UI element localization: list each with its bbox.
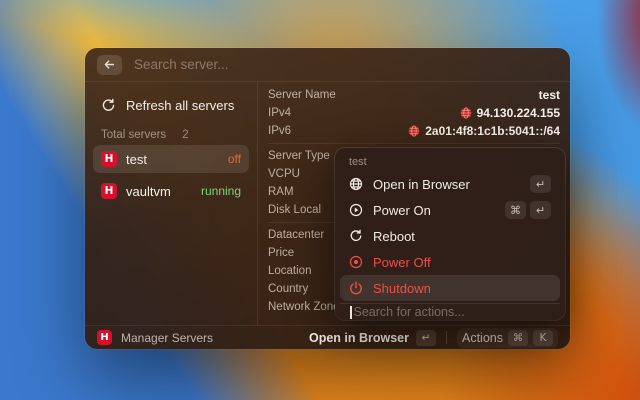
- ipv6-value: 2a01:4f8:1c1b:5041::/64: [425, 124, 560, 138]
- record-circle-icon: [349, 255, 363, 269]
- actions-popover: test Open in Browser ↵ Power On ⌘ ↵ Rebo…: [335, 148, 565, 320]
- hetzner-logo: H: [101, 151, 117, 167]
- total-servers-count: 2: [182, 129, 189, 141]
- server-status-badge: running: [200, 184, 241, 198]
- search-input[interactable]: Search server...: [134, 57, 558, 72]
- back-button[interactable]: [97, 54, 122, 75]
- actions-menu-button[interactable]: Actions ⌘ K: [457, 327, 558, 348]
- server-name: test: [126, 151, 147, 167]
- detail-value: 94.130.224.155: [460, 106, 560, 120]
- menu-item-shortcut: ⌘ ↵: [505, 201, 551, 219]
- globe-red-icon: [408, 125, 420, 137]
- menu-item-label: Power Off: [373, 254, 431, 270]
- detail-label: Disk Local: [268, 204, 322, 216]
- detail-label: Server Type: [268, 150, 330, 162]
- desktop: Search server... Refresh all servers Tot…: [0, 0, 640, 400]
- refresh-all-servers-item[interactable]: Refresh all servers: [93, 90, 249, 120]
- detail-label: Country: [268, 283, 309, 295]
- actions-popover-title: test: [349, 156, 367, 168]
- detail-label: Datacenter: [268, 229, 325, 241]
- menu-item-power-off[interactable]: Power Off: [340, 249, 560, 275]
- footer-app-name: Manager Servers: [121, 330, 214, 345]
- total-servers-header: Total servers 2: [101, 129, 241, 141]
- detail-row-ipv6: IPv6 2a01:4f8:1c1b:5041::/64: [268, 122, 560, 140]
- menu-item-reboot[interactable]: Reboot: [340, 223, 560, 249]
- server-list-sidebar: Refresh all servers Total servers 2 H te…: [85, 82, 258, 325]
- actions-search-input[interactable]: Search for actions...: [340, 304, 560, 320]
- return-key-badge: ↵: [416, 329, 436, 346]
- server-list-item-test[interactable]: H test off: [93, 145, 249, 173]
- return-key-badge: ↵: [530, 201, 551, 219]
- reload-icon: [101, 98, 116, 113]
- detail-label: IPv6: [268, 125, 292, 137]
- actions-label: Actions: [462, 330, 503, 345]
- search-header: Search server...: [85, 48, 570, 82]
- arrow-left-icon: [103, 58, 116, 71]
- menu-item-label: Open in Browser: [373, 176, 470, 192]
- return-key-badge: ↵: [530, 175, 551, 193]
- detail-label: Price: [268, 247, 295, 259]
- detail-label: Server Name: [268, 89, 336, 101]
- footer-divider: [446, 331, 447, 344]
- refresh-all-servers-label: Refresh all servers: [126, 97, 235, 113]
- server-name: vaultvm: [126, 183, 171, 199]
- globe-icon: [349, 177, 363, 191]
- play-circle-icon: [349, 203, 363, 217]
- detail-divider: [268, 143, 560, 144]
- server-list-item-vaultvm[interactable]: H vaultvm running: [93, 177, 249, 205]
- command-key-badge: ⌘: [505, 201, 526, 219]
- command-key-badge: ⌘: [508, 329, 528, 346]
- actions-search-placeholder: Search for actions...: [353, 305, 465, 319]
- menu-item-power-on[interactable]: Power On ⌘ ↵: [340, 197, 560, 223]
- footer-bar: H Manager Servers Open in Browser ↵ Acti…: [85, 325, 570, 349]
- detail-label: Location: [268, 265, 312, 277]
- footer-primary-action-button[interactable]: Open in Browser: [309, 331, 409, 345]
- menu-item-shortcut: ↵: [530, 175, 551, 193]
- detail-label: VCPU: [268, 168, 300, 180]
- menu-item-open-in-browser[interactable]: Open in Browser ↵: [340, 171, 560, 197]
- hetzner-logo: H: [101, 183, 117, 199]
- total-servers-label: Total servers: [101, 129, 167, 141]
- detail-value: 2a01:4f8:1c1b:5041::/64: [408, 124, 560, 138]
- hetzner-logo: H: [97, 330, 112, 345]
- reload-icon: [349, 229, 363, 243]
- detail-label: Network Zone: [268, 301, 340, 313]
- detail-row-ipv4: IPv4 94.130.224.155: [268, 104, 560, 122]
- menu-item-label: Reboot: [373, 228, 415, 244]
- text-caret: [350, 305, 352, 319]
- menu-item-shutdown[interactable]: Shutdown: [340, 275, 560, 301]
- footer-actions: Open in Browser ↵ Actions ⌘ K: [309, 327, 558, 348]
- menu-item-label: Power On: [373, 202, 431, 218]
- server-status-badge: off: [227, 152, 241, 166]
- detail-label: IPv4: [268, 107, 292, 119]
- detail-row-server-name: Server Name test: [268, 86, 560, 104]
- menu-item-label: Shutdown: [373, 280, 431, 296]
- globe-red-icon: [460, 107, 472, 119]
- power-icon: [349, 281, 363, 295]
- ipv4-value: 94.130.224.155: [476, 106, 560, 120]
- k-key-badge: K: [533, 329, 553, 346]
- detail-value: test: [538, 88, 560, 102]
- detail-label: RAM: [268, 186, 294, 198]
